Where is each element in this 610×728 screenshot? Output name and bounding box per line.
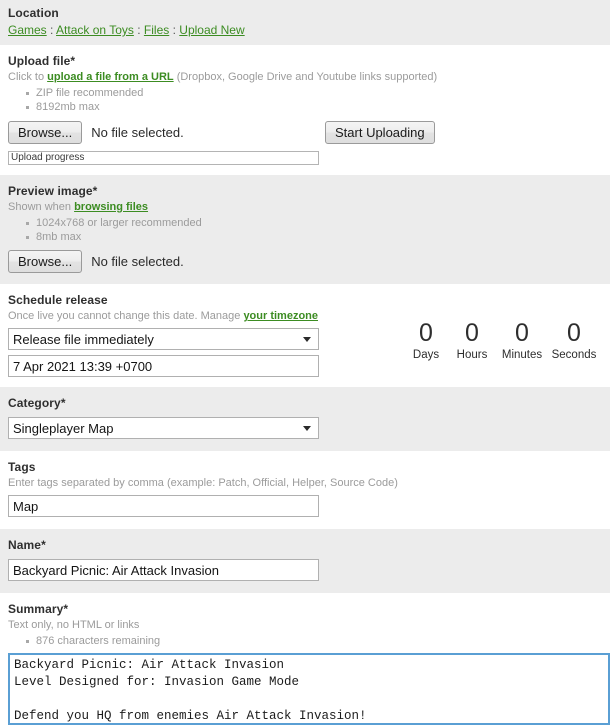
breadcrumb-item-attack-on-toys[interactable]: Attack on Toys	[56, 23, 134, 37]
preview-image-controls: Browse... No file selected.	[8, 250, 610, 273]
preview-image-status: No file selected.	[91, 254, 184, 269]
countdown-minutes-label: Minutes	[501, 349, 543, 361]
release-timing-select-wrap: Release file immediately	[8, 323, 319, 350]
note-item: 1024x768 or larger recommended	[26, 216, 610, 230]
countdown-seconds-label: Seconds	[551, 349, 597, 361]
release-timing-select[interactable]: Release file immediately	[8, 328, 319, 350]
upload-file-section: Upload file* Click to upload a file from…	[0, 45, 610, 175]
category-title: Category*	[8, 396, 66, 410]
breadcrumb-separator: :	[137, 23, 141, 37]
countdown-days-value: 0	[419, 319, 433, 347]
location-title: Location	[8, 6, 59, 20]
browsing-files-link[interactable]: browsing files	[74, 201, 148, 213]
upload-file-status: No file selected.	[91, 124, 184, 140]
note-item: 8192mb max	[26, 100, 610, 114]
category-select[interactable]: Singleplayer Map	[8, 417, 319, 439]
countdown-hours-value: 0	[465, 319, 479, 347]
preview-image-notes: 1024x768 or larger recommended 8mb max	[8, 216, 610, 244]
name-section: Name*	[0, 529, 610, 593]
upload-file-title: Upload file*	[8, 54, 76, 68]
preview-image-hint-prefix: Shown when	[8, 201, 71, 213]
preview-image-browse-button[interactable]: Browse...	[8, 250, 83, 273]
countdown-seconds: 0 Seconds	[548, 319, 600, 362]
breadcrumb-item-upload-new[interactable]: Upload New	[179, 23, 244, 37]
note-item: ZIP file recommended	[26, 86, 610, 100]
breadcrumb-item-files[interactable]: Files	[144, 23, 169, 37]
upload-file-hint-prefix: Click to	[8, 71, 45, 83]
name-input[interactable]	[8, 559, 319, 581]
category-section: Category* Singleplayer Map	[0, 387, 610, 451]
breadcrumb-separator: :	[172, 23, 176, 37]
upload-file-hint-suffix: (Dropbox, Google Drive and Youtube links…	[176, 71, 438, 83]
summary-section: Summary* Text only, no HTML or links 876…	[0, 593, 610, 728]
countdown-days: 0 Days	[404, 319, 448, 362]
upload-progress-bar: Upload progress	[8, 151, 319, 165]
upload-file-browse-button[interactable]: Browse...	[8, 120, 83, 144]
preview-image-title: Preview image*	[8, 184, 98, 198]
schedule-hint-prefix: Once live you cannot change this date. M…	[8, 310, 241, 322]
characters-remaining: 876 characters remaining	[26, 634, 610, 648]
release-countdown: 0 Days 0 Hours 0 Minutes 0 Seconds	[404, 319, 600, 377]
note-item: 8mb max	[26, 230, 610, 244]
countdown-minutes: 0 Minutes	[496, 319, 548, 362]
preview-image-section: Preview image* Shown when browsing files…	[0, 175, 610, 284]
countdown-seconds-value: 0	[567, 319, 581, 347]
preview-image-hint: Shown when browsing files	[8, 200, 610, 214]
schedule-release-section: Schedule release Once live you cannot ch…	[0, 284, 610, 387]
name-title: Name*	[8, 538, 46, 552]
upload-progress-label: Upload progress	[11, 152, 85, 163]
location-section: Location Games : Attack on Toys : Files …	[0, 0, 610, 45]
countdown-days-label: Days	[412, 349, 440, 361]
breadcrumb-separator: :	[50, 23, 54, 37]
start-uploading-button[interactable]: Start Uploading	[325, 120, 435, 144]
upload-file-hint: Click to upload a file from a URL (Dropb…	[8, 70, 610, 84]
breadcrumb: Games : Attack on Toys : Files : Upload …	[8, 22, 610, 38]
schedule-left-column: Schedule release Once live you cannot ch…	[8, 293, 338, 377]
upload-from-url-link[interactable]: upload a file from a URL	[47, 71, 174, 83]
category-select-wrap: Singleplayer Map	[8, 412, 319, 439]
summary-title: Summary*	[8, 602, 69, 616]
tags-section: Tags Enter tags separated by comma (exam…	[0, 451, 610, 529]
countdown-hours: 0 Hours	[448, 319, 496, 362]
summary-notes: 876 characters remaining	[8, 634, 610, 648]
upload-file-controls: Browse... No file selected. Start Upload…	[8, 120, 610, 144]
tags-hint: Enter tags separated by comma (example: …	[8, 477, 398, 489]
schedule-title: Schedule release	[8, 293, 108, 307]
countdown-hours-label: Hours	[456, 349, 488, 361]
release-date-input[interactable]	[8, 355, 319, 377]
upload-file-notes: ZIP file recommended 8192mb max	[8, 86, 610, 114]
tags-input[interactable]	[8, 495, 319, 517]
breadcrumb-item-games[interactable]: Games	[8, 23, 47, 37]
summary-textarea[interactable]	[8, 653, 610, 725]
tags-title: Tags	[8, 460, 36, 474]
your-timezone-link[interactable]: your timezone	[243, 310, 318, 322]
countdown-minutes-value: 0	[515, 319, 529, 347]
schedule-hint: Once live you cannot change this date. M…	[8, 309, 338, 323]
summary-hint: Text only, no HTML or links	[8, 619, 140, 631]
upload-form-page: Location Games : Attack on Toys : Files …	[0, 0, 610, 728]
